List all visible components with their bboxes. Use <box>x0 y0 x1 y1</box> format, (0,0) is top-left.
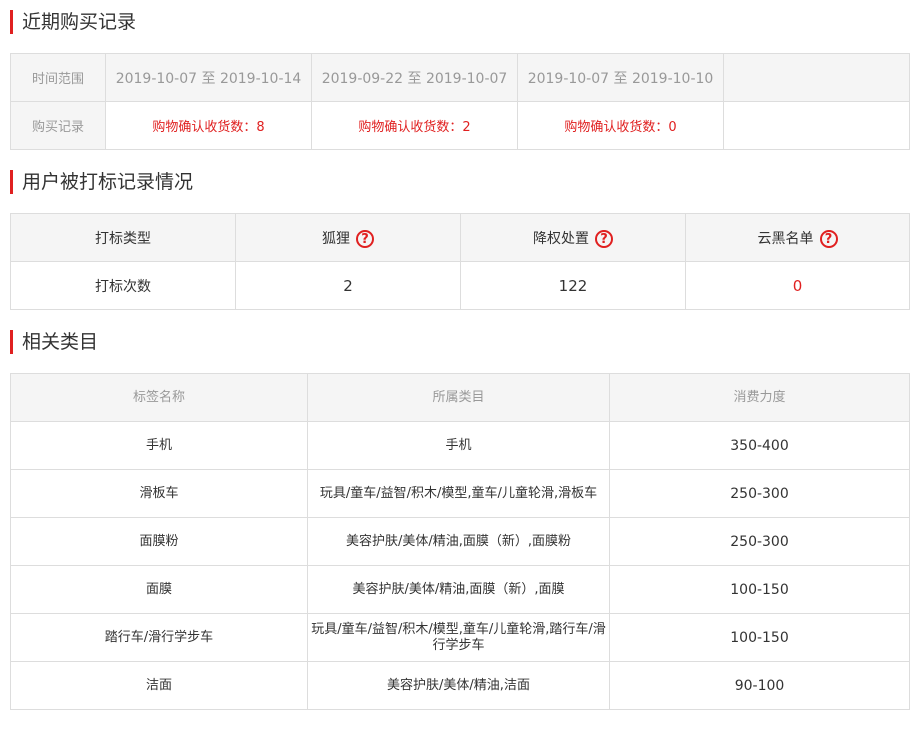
tag-name: 滑板车 <box>10 469 308 518</box>
category-path: 美容护肤/美体/精油,面膜（新）,面膜粉 <box>307 517 610 566</box>
tag-name: 面膜粉 <box>10 517 308 566</box>
flag-name: 云黑名单 <box>757 230 814 247</box>
category-path: 美容护肤/美体/精油,洁面 <box>307 661 610 710</box>
empty-cell <box>723 101 910 150</box>
flag-column-downgrade: 降权处置? <box>460 213 686 262</box>
category-path: 美容护肤/美体/精油,面膜（新）,面膜 <box>307 565 610 614</box>
row-label-range: 时间范围 <box>10 53 106 102</box>
spend-level: 350-400 <box>609 421 910 470</box>
tag-name: 面膜 <box>10 565 308 614</box>
spend-level: 250-300 <box>609 517 910 566</box>
table-row: 面膜粉 美容护肤/美体/精油,面膜（新）,面膜粉 250-300 <box>10 517 910 566</box>
spend-level: 250-300 <box>609 469 910 518</box>
spend-level: 100-150 <box>609 565 910 614</box>
flag-name: 降权处置 <box>533 230 589 247</box>
table-row: 手机 手机 350-400 <box>10 421 910 470</box>
category-path: 玩具/童车/益智/积木/模型,童车/儿童轮滑,滑板车 <box>307 469 610 518</box>
spend-level: 100-150 <box>609 613 910 662</box>
spend-level: 90-100 <box>609 661 910 710</box>
category-table: 标签名称 所属类目 消费力度 手机 手机 350-400 滑板车 玩具/童车/益… <box>10 373 910 710</box>
purchase-count: 购物确认收货数：8 <box>105 101 312 150</box>
flag-column-fox: 狐狸? <box>235 213 461 262</box>
flags-header-row: 打标类型 狐狸? 降权处置? 云黑名单? <box>10 213 910 262</box>
table-row: 踏行车/滑行学步车 玩具/童车/益智/积木/模型,童车/儿童轮滑,踏行车/滑行学… <box>10 613 910 662</box>
date-range: 2019-09-22 至 2019-10-07 <box>311 53 518 102</box>
flag-count-label: 打标次数 <box>10 261 236 310</box>
column-header-spend: 消费力度 <box>609 373 910 422</box>
tag-name: 踏行车/滑行学步车 <box>10 613 308 662</box>
tag-name: 手机 <box>10 421 308 470</box>
flags-section-title: 用户被打标记录情况 <box>10 170 193 194</box>
category-path: 玩具/童车/益智/积木/模型,童车/儿童轮滑,踏行车/滑行学步车 <box>307 613 610 662</box>
purchase-range-row: 时间范围 2019-10-07 至 2019-10-14 2019-09-22 … <box>10 53 910 102</box>
category-path: 手机 <box>307 421 610 470</box>
empty-cell <box>723 53 910 102</box>
question-circle-icon[interactable]: ? <box>356 229 374 248</box>
column-header-category: 所属类目 <box>307 373 610 422</box>
date-range: 2019-10-07 至 2019-10-10 <box>517 53 724 102</box>
purchase-count: 购物确认收货数：0 <box>517 101 724 150</box>
date-range: 2019-10-07 至 2019-10-14 <box>105 53 312 102</box>
flag-name: 狐狸 <box>322 230 350 247</box>
purchase-table: 时间范围 2019-10-07 至 2019-10-14 2019-09-22 … <box>10 53 910 150</box>
flag-type-label: 打标类型 <box>10 213 236 262</box>
flag-count: 0 <box>685 261 910 310</box>
table-row: 滑板车 玩具/童车/益智/积木/模型,童车/儿童轮滑,滑板车 250-300 <box>10 469 910 518</box>
row-label-record: 购买记录 <box>10 101 106 150</box>
category-header-row: 标签名称 所属类目 消费力度 <box>10 373 910 422</box>
tag-name: 洁面 <box>10 661 308 710</box>
purchase-count: 购物确认收货数：2 <box>311 101 518 150</box>
flags-table: 打标类型 狐狸? 降权处置? 云黑名单? 打标次数 2 122 0 <box>10 213 910 310</box>
flag-column-blacklist: 云黑名单? <box>685 213 910 262</box>
flag-count: 2 <box>235 261 461 310</box>
category-section-title: 相关类目 <box>10 330 98 354</box>
question-circle-icon[interactable]: ? <box>819 229 838 248</box>
table-row: 洁面 美容护肤/美体/精油,洁面 90-100 <box>10 661 910 710</box>
question-circle-icon[interactable]: ? <box>595 229 613 248</box>
flag-count: 122 <box>460 261 686 310</box>
purchase-record-row: 购买记录 购物确认收货数：8 购物确认收货数：2 购物确认收货数：0 <box>10 101 910 150</box>
purchase-section-title: 近期购买记录 <box>10 10 136 34</box>
flags-count-row: 打标次数 2 122 0 <box>10 261 910 310</box>
table-row: 面膜 美容护肤/美体/精油,面膜（新）,面膜 100-150 <box>10 565 910 614</box>
column-header-tag: 标签名称 <box>10 373 308 422</box>
